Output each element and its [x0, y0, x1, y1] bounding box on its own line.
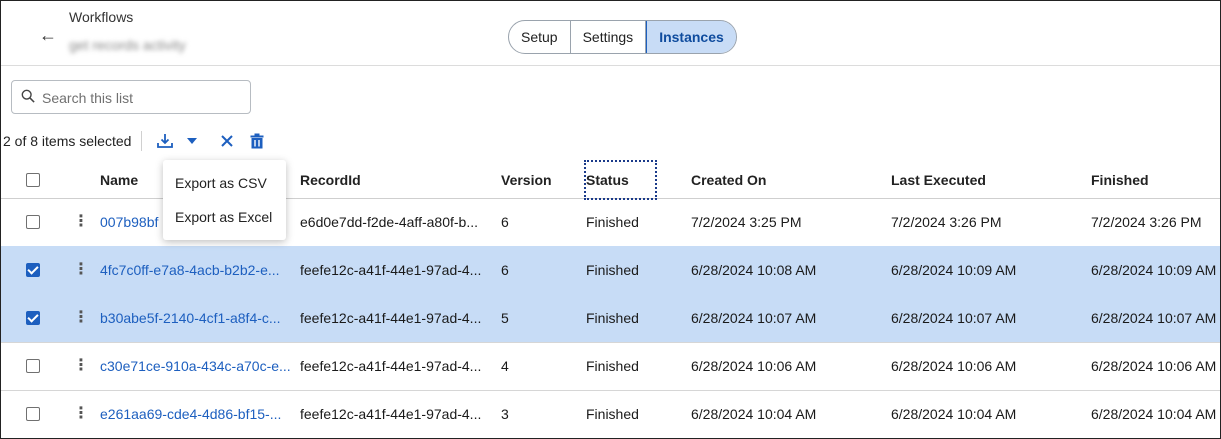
created-on: 7/2/2024 3:25 PM — [691, 214, 802, 230]
finished: 6/28/2024 10:09 AM — [1091, 262, 1217, 278]
created-on: 6/28/2024 10:08 AM — [691, 262, 817, 278]
instance-name-link[interactable]: c30e71ce-910a-434c-a70c-e... — [100, 342, 291, 390]
record-id: e6d0e7dd-f2de-4aff-a80f-b... — [300, 214, 478, 230]
status: Finished — [586, 358, 639, 374]
table-row[interactable]: ⋮ 4fc7c0ff-e7a8-4acb-b2b2-e... feefe12c-… — [1, 246, 1220, 295]
breadcrumb[interactable]: Workflows — [69, 9, 133, 25]
select-all-checkbox[interactable] — [26, 173, 40, 187]
finished: 6/28/2024 10:04 AM — [1091, 406, 1217, 422]
status: Finished — [586, 214, 639, 230]
last-executed: 7/2/2024 3:26 PM — [891, 214, 1002, 230]
status: Finished — [586, 310, 639, 326]
record-id: feefe12c-a41f-44e1-97ad-4... — [300, 262, 482, 278]
column-header-name[interactable]: Name — [100, 162, 138, 198]
caret-down-icon[interactable] — [182, 130, 202, 152]
instance-name-link[interactable]: 007b98bf — [100, 198, 158, 246]
kebab-icon[interactable]: ⋮ — [73, 198, 89, 246]
row-checkbox[interactable] — [26, 263, 40, 277]
row-checkbox[interactable] — [26, 215, 40, 229]
search-box — [11, 80, 251, 114]
finished: 6/28/2024 10:06 AM — [1091, 358, 1217, 374]
record-id: feefe12c-a41f-44e1-97ad-4... — [300, 310, 482, 326]
download-icon[interactable] — [154, 130, 176, 152]
row-checkbox[interactable] — [26, 311, 40, 325]
column-header-recordid[interactable]: RecordId — [300, 162, 361, 198]
column-header-version[interactable]: Version — [501, 162, 552, 198]
instance-name-link[interactable]: b30abe5f-2140-4cf1-a8f4-c... — [100, 294, 281, 342]
row-checkbox[interactable] — [26, 359, 40, 373]
export-csv-item[interactable]: Export as CSV — [175, 175, 267, 191]
tab-instances[interactable]: Instances — [646, 21, 736, 53]
trash-icon[interactable] — [246, 130, 268, 152]
instance-name-link[interactable]: e261aa69-cde4-4d86-bf15-... — [100, 390, 281, 438]
version: 6 — [501, 262, 509, 278]
page-header: ← Workflows get records activity Setup S… — [1, 1, 1220, 66]
created-on: 6/28/2024 10:06 AM — [691, 358, 817, 374]
selection-count: 2 of 8 items selected — [3, 133, 132, 149]
column-header-last-executed[interactable]: Last Executed — [891, 162, 986, 198]
finished: 7/2/2024 3:26 PM — [1091, 214, 1202, 230]
version: 5 — [501, 310, 509, 326]
status: Finished — [586, 262, 639, 278]
column-header-status[interactable]: Status — [584, 160, 657, 200]
tab-group: Setup Settings Instances — [508, 20, 737, 54]
selection-toolbar: 2 of 8 items selected — [3, 129, 268, 153]
last-executed: 6/28/2024 10:09 AM — [891, 262, 1017, 278]
version: 4 — [501, 358, 509, 374]
search-icon — [21, 89, 35, 103]
kebab-icon[interactable]: ⋮ — [73, 294, 89, 342]
created-on: 6/28/2024 10:07 AM — [691, 310, 817, 326]
tab-settings[interactable]: Settings — [571, 21, 647, 53]
last-executed: 6/28/2024 10:04 AM — [891, 406, 1017, 422]
finished: 6/28/2024 10:07 AM — [1091, 310, 1217, 326]
kebab-icon[interactable]: ⋮ — [73, 246, 89, 294]
row-checkbox[interactable] — [26, 407, 40, 421]
search-input[interactable] — [40, 82, 244, 114]
close-icon[interactable] — [216, 130, 238, 152]
kebab-icon[interactable]: ⋮ — [73, 390, 89, 438]
toolbar-divider — [141, 131, 143, 151]
kebab-icon[interactable]: ⋮ — [73, 342, 89, 390]
instance-name-link[interactable]: 4fc7c0ff-e7a8-4acb-b2b2-e... — [100, 246, 280, 294]
column-header-created-on[interactable]: Created On — [691, 162, 766, 198]
back-arrow-icon[interactable]: ← — [39, 25, 57, 46]
version: 3 — [501, 406, 509, 422]
record-id: feefe12c-a41f-44e1-97ad-4... — [300, 358, 482, 374]
export-menu: Export as CSV Export as Excel — [163, 160, 286, 240]
status: Finished — [586, 406, 639, 422]
tab-setup[interactable]: Setup — [509, 21, 571, 53]
record-id: feefe12c-a41f-44e1-97ad-4... — [300, 406, 482, 422]
last-executed: 6/28/2024 10:07 AM — [891, 310, 1017, 326]
created-on: 6/28/2024 10:04 AM — [691, 406, 817, 422]
column-header-finished[interactable]: Finished — [1091, 162, 1149, 198]
version: 6 — [501, 214, 509, 230]
last-executed: 6/28/2024 10:06 AM — [891, 358, 1017, 374]
table-row[interactable]: ⋮ c30e71ce-910a-434c-a70c-e... feefe12c-… — [1, 342, 1220, 391]
table-row[interactable]: ⋮ e261aa69-cde4-4d86-bf15-... feefe12c-a… — [1, 390, 1220, 438]
page-title: get records activity — [69, 37, 186, 53]
export-excel-item[interactable]: Export as Excel — [175, 209, 272, 225]
table-row[interactable]: ⋮ b30abe5f-2140-4cf1-a8f4-c... feefe12c-… — [1, 294, 1220, 343]
app-frame: ← Workflows get records activity Setup S… — [0, 0, 1221, 439]
